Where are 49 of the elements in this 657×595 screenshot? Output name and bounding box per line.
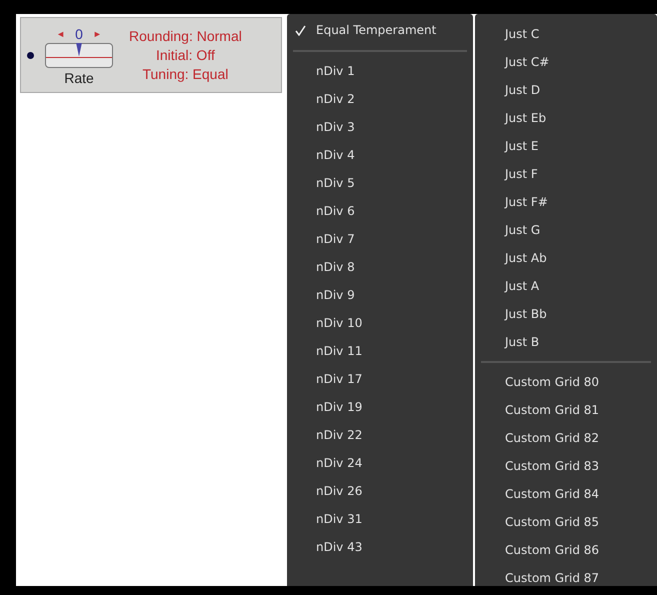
slider-thumb[interactable] xyxy=(76,42,82,56)
decrement-button[interactable]: ◄ xyxy=(56,28,66,38)
menu-item[interactable]: nDiv 17 xyxy=(287,365,473,393)
menu-item[interactable]: Just C xyxy=(475,20,657,48)
menu-item[interactable]: nDiv 22 xyxy=(287,421,473,449)
menu-item[interactable]: nDiv 4 xyxy=(287,141,473,169)
menu-item[interactable]: nDiv 6 xyxy=(287,197,473,225)
menu-item[interactable]: Just F xyxy=(475,160,657,188)
menu-item[interactable]: Just D xyxy=(475,76,657,104)
menu-item[interactable]: Just B xyxy=(475,328,657,356)
menu-item[interactable]: nDiv 2 xyxy=(287,85,473,113)
menu-item[interactable]: Just Eb xyxy=(475,104,657,132)
menu-item[interactable]: Just Bb xyxy=(475,300,657,328)
menu-item[interactable]: Custom Grid 84 xyxy=(475,480,657,508)
status-text: Tuning: Equal xyxy=(142,66,228,82)
menu-item[interactable]: Custom Grid 85 xyxy=(475,508,657,536)
menu-item[interactable]: nDiv 11 xyxy=(287,337,473,365)
menu-item[interactable]: Just C# xyxy=(475,48,657,76)
menu-item[interactable]: Just G xyxy=(475,216,657,244)
status-text: Initial: Off xyxy=(156,47,215,63)
menu-item[interactable]: Custom Grid 86 xyxy=(475,536,657,564)
menu-item[interactable]: Just Ab xyxy=(475,244,657,272)
menu-item[interactable]: nDiv 26 xyxy=(287,477,473,505)
menu-item[interactable]: Custom Grid 80 xyxy=(475,368,657,396)
menu-item[interactable]: nDiv 9 xyxy=(287,281,473,309)
menu-item[interactable]: nDiv 1 xyxy=(287,57,473,85)
menu-item[interactable]: Custom Grid 81 xyxy=(475,396,657,424)
menu-item[interactable]: nDiv 43 xyxy=(287,533,473,561)
increment-button[interactable]: ► xyxy=(92,28,102,38)
menu-item[interactable]: nDiv 10 xyxy=(287,309,473,337)
rate-slider[interactable] xyxy=(45,42,113,68)
menu-item[interactable]: nDiv 24 xyxy=(287,449,473,477)
menu-item[interactable]: nDiv 8 xyxy=(287,253,473,281)
status-text: Rounding: Normal xyxy=(129,28,242,44)
menu-item[interactable]: Equal Temperament xyxy=(287,16,473,44)
menu-item[interactable]: Just E xyxy=(475,132,657,160)
menu-item[interactable]: nDiv 7 xyxy=(287,225,473,253)
rate-label: Rate xyxy=(64,70,94,86)
menu-item[interactable]: Just F# xyxy=(475,188,657,216)
rate-value: 0 xyxy=(75,26,83,42)
menu-item[interactable]: nDiv 3 xyxy=(287,113,473,141)
menu-item[interactable]: Custom Grid 83 xyxy=(475,452,657,480)
menu-item[interactable]: Just A xyxy=(475,272,657,300)
menu-item[interactable]: Custom Grid 87 xyxy=(475,564,657,586)
menu-item[interactable]: nDiv 19 xyxy=(287,393,473,421)
indicator-icon xyxy=(27,52,34,58)
menu-item[interactable]: Custom Grid 82 xyxy=(475,424,657,452)
menu-item[interactable]: nDiv 31 xyxy=(287,505,473,533)
menu-item[interactable]: nDiv 5 xyxy=(287,169,473,197)
